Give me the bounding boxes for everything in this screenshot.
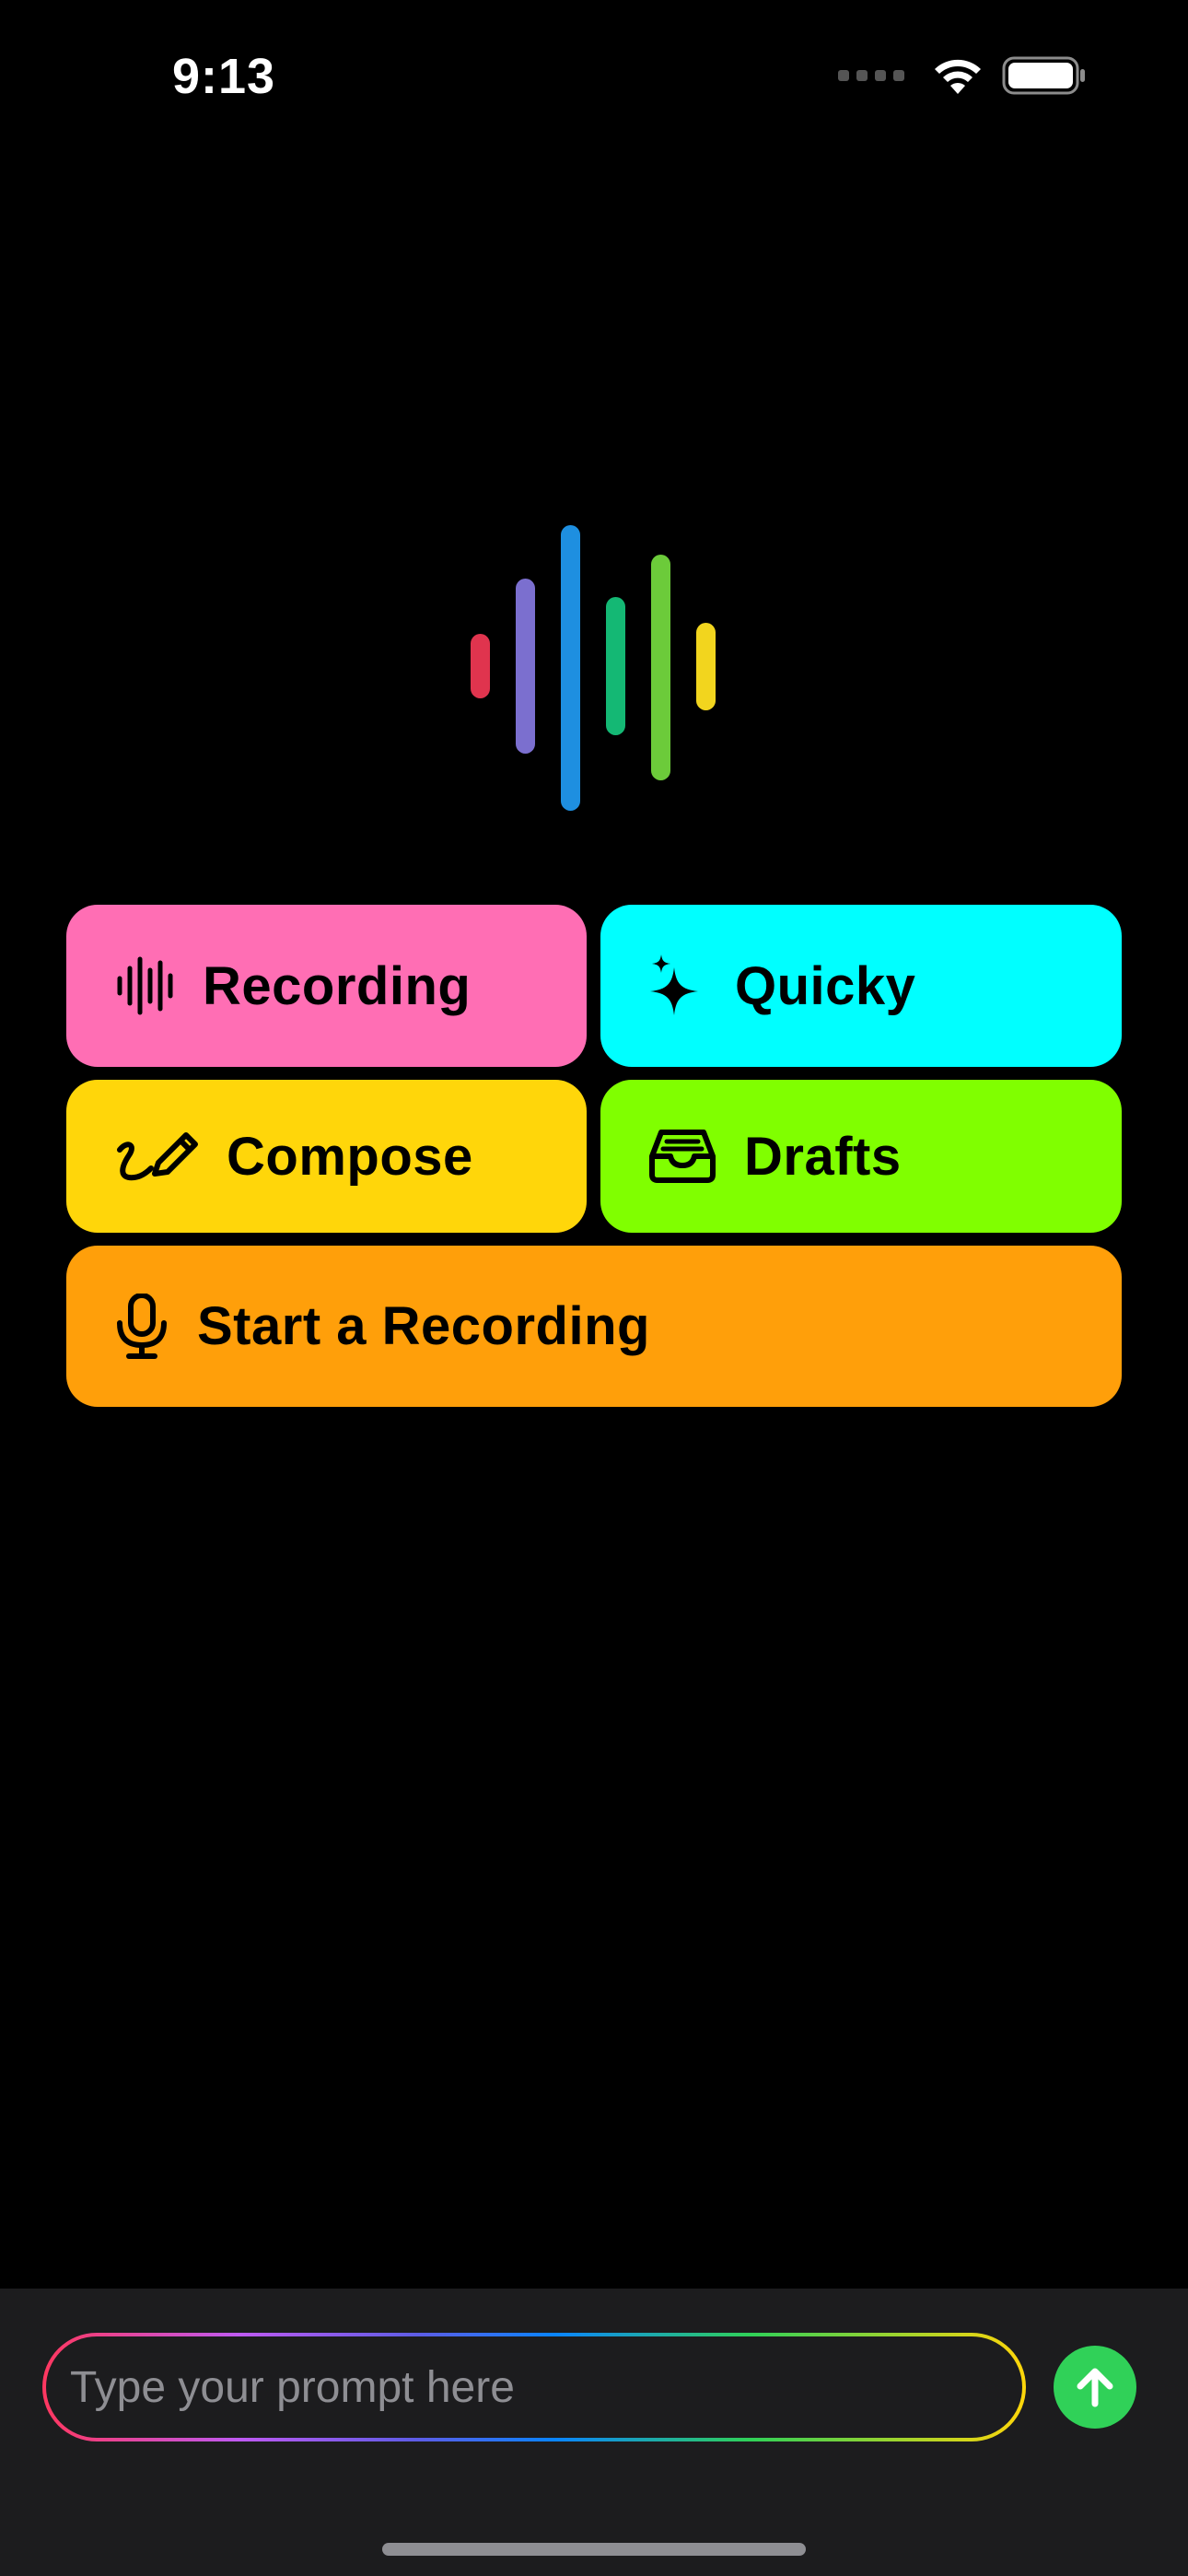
arrow-up-icon: [1077, 2368, 1113, 2407]
tray-icon: [648, 1129, 716, 1184]
status-icons: [838, 55, 1087, 96]
prompt-bar: [0, 2289, 1188, 2576]
battery-icon: [1002, 56, 1085, 95]
drafts-label: Drafts: [744, 1126, 902, 1187]
pencil-scribble-icon: [114, 1126, 199, 1187]
home-indicator: [382, 2543, 806, 2556]
quicky-label: Quicky: [735, 955, 916, 1016]
home-screen: 9:13 Recording Quicky Compose Drafts Sta…: [0, 0, 1188, 2576]
waveform-logo-icon: [471, 525, 716, 811]
wifi-icon: [935, 59, 981, 94]
start-recording-button[interactable]: Start a Recording: [66, 1246, 1122, 1407]
logo-bar-4: [606, 597, 625, 735]
logo-bar-2: [516, 579, 535, 754]
waveform-icon: [114, 955, 175, 1016]
logo-bar-1: [471, 634, 490, 698]
prompt-field-border: [42, 2333, 1026, 2441]
sparkles-icon: [646, 953, 707, 1019]
compose-label: Compose: [227, 1126, 473, 1187]
recording-button[interactable]: Recording: [66, 905, 587, 1067]
cellular-signal-icon: [838, 70, 904, 81]
status-bar: 9:13: [0, 0, 1188, 157]
recording-label: Recording: [203, 955, 472, 1016]
start-recording-label: Start a Recording: [197, 1296, 650, 1356]
prompt-input[interactable]: [46, 2336, 1022, 2438]
drafts-button[interactable]: Drafts: [600, 1080, 1122, 1233]
send-button[interactable]: [1054, 2346, 1136, 2429]
microphone-icon: [114, 1293, 169, 1360]
logo-bar-6: [696, 623, 716, 710]
logo-bar-5: [651, 555, 670, 780]
compose-button[interactable]: Compose: [66, 1080, 587, 1233]
status-time: 9:13: [172, 49, 276, 104]
quicky-button[interactable]: Quicky: [600, 905, 1122, 1067]
logo-bar-3: [561, 525, 580, 811]
